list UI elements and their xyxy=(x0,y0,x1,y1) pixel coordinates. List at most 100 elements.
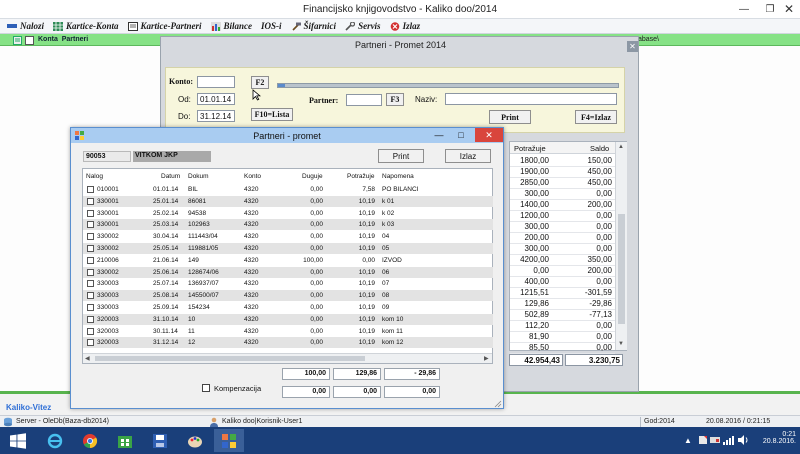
promet-table-row[interactable]: 1215,51 -301,59 xyxy=(510,287,615,298)
menu-ios[interactable]: IOS-i xyxy=(261,21,282,31)
action-center-icon[interactable] xyxy=(698,435,708,445)
f3-button[interactable]: F3 xyxy=(386,93,404,106)
table-row[interactable]: 010001 01.01.14 BIL 4320 0,00 7,58 PO BILANCI xyxy=(83,184,493,195)
promet-table-row[interactable]: 300,00 0,00 xyxy=(510,221,615,232)
taskbar-kaliko[interactable] xyxy=(214,429,244,452)
row-checkbox[interactable] xyxy=(87,280,94,288)
menu-servis[interactable]: Servis xyxy=(345,21,381,31)
table-row[interactable]: 320003 31.12.14 12 4320 0,00 10,19 kom 12 xyxy=(83,337,493,349)
tab-partneri[interactable]: Partneri xyxy=(62,36,88,43)
table-row[interactable]: 210006 21.06.14 149 4320 100,00 0,00 IZVOD xyxy=(83,255,493,266)
tab-konta[interactable]: Konta xyxy=(38,36,58,43)
taskbar-clock[interactable]: 0:21 20.8.2016. xyxy=(752,431,796,445)
tray-chevron-icon[interactable]: ▲ xyxy=(684,436,692,445)
menu-sifarnici[interactable]: Šifarnici xyxy=(291,21,336,31)
dialog-izlaz-button[interactable]: Izlaz xyxy=(445,149,491,163)
row-checkbox[interactable] xyxy=(87,221,94,229)
row-checkbox[interactable] xyxy=(87,315,94,323)
dialog-print-button[interactable]: Print xyxy=(378,149,424,163)
dialog-maximize-button[interactable]: □ xyxy=(451,128,471,142)
promet-table-row[interactable]: 1400,00 200,00 xyxy=(510,199,615,210)
row-checkbox[interactable] xyxy=(87,304,94,311)
naziv-input[interactable] xyxy=(445,93,617,105)
taskbar-paint[interactable] xyxy=(180,429,210,452)
print-button[interactable]: Print xyxy=(489,110,531,124)
promet-table-row[interactable]: 129,86 -29,86 xyxy=(510,298,615,309)
do-date-input[interactable]: 31.12.14 xyxy=(197,110,235,122)
table-row[interactable]: 320003 30.11.14 11 4320 0,00 10,19 kom 11 xyxy=(83,326,493,337)
row-checkbox[interactable] xyxy=(87,339,94,347)
promet-table-row[interactable]: 1900,00 450,00 xyxy=(510,166,615,177)
promet-table-row[interactable]: 1200,00 0,00 xyxy=(510,210,615,221)
scroll-right-icon[interactable]: ▶ xyxy=(484,355,489,362)
promet-table-row[interactable]: 112,20 0,00 xyxy=(510,320,615,331)
taskbar-chrome[interactable] xyxy=(75,429,105,452)
scrollbar-thumb[interactable] xyxy=(618,214,625,324)
kompenzacija-checkbox[interactable] xyxy=(202,384,210,392)
table-row[interactable]: 330003 25.07.14 136937/07 4320 0,00 10,19 07 xyxy=(83,278,493,289)
table-row[interactable]: 330001 25.02.14 94538 4320 0,00 10,19 k 02 xyxy=(83,208,493,219)
scroll-up-icon[interactable]: ▲ xyxy=(618,144,624,150)
promet-table-row[interactable]: 502,89 -77,13 xyxy=(510,309,615,320)
horizontal-scrollbar[interactable]: ◀ ▶ xyxy=(83,353,492,363)
dialog-close-button[interactable]: ✕ xyxy=(475,128,503,142)
horizontal-scrollbar-thumb[interactable] xyxy=(95,356,365,361)
minimize-button[interactable]: — xyxy=(731,1,757,17)
row-checkbox[interactable] xyxy=(87,209,94,217)
resize-grip-icon[interactable] xyxy=(494,400,502,408)
table-row[interactable]: 320003 31.10.14 10 4320 0,00 10,19 kom 10 xyxy=(83,313,493,325)
row-checkbox[interactable] xyxy=(87,233,94,241)
table-row[interactable]: 330002 25.05.14 119881/05 4320 0,00 10,19 05 xyxy=(83,243,493,254)
promet-table-row[interactable]: 1800,00 150,00 xyxy=(510,155,615,166)
f10-lista-button[interactable]: F10=Lista xyxy=(251,108,293,121)
menu-kartice-konta[interactable]: Kartice-Konta xyxy=(53,21,119,31)
promet-table-row[interactable]: 300,00 0,00 xyxy=(510,243,615,254)
scroll-down-icon[interactable]: ▼ xyxy=(618,341,624,347)
table-row[interactable]: 330001 25.01.14 86081 4320 0,00 10,19 k 01 xyxy=(83,195,493,207)
promet-table-row[interactable]: 81,90 0,00 xyxy=(510,331,615,342)
vertical-scrollbar[interactable]: ▲ ▼ xyxy=(615,142,627,350)
taskbar-ie[interactable] xyxy=(40,429,70,452)
table-row[interactable]: 330002 25.06.14 128674/06 4320 0,00 10,19 06 xyxy=(83,266,493,278)
od-date-input[interactable]: 01.01.14 xyxy=(197,93,235,105)
konto-input[interactable] xyxy=(197,76,235,88)
promet-table-row[interactable]: 2850,00 450,00 xyxy=(510,177,615,188)
promet-table-row[interactable]: 0,00 200,00 xyxy=(510,265,615,276)
taskbar-store[interactable] xyxy=(110,429,140,452)
table-row[interactable]: 330003 25.08.14 145500/07 4320 0,00 10,19 08 xyxy=(83,290,493,302)
partneri-promet-close-button[interactable]: ✕ xyxy=(627,41,638,52)
dialog-minimize-button[interactable]: — xyxy=(429,128,449,142)
saldo-cell: 0,00 xyxy=(596,211,612,220)
row-checkbox[interactable] xyxy=(87,292,94,300)
scroll-left-icon[interactable]: ◀ xyxy=(85,355,90,362)
row-checkbox[interactable] xyxy=(87,327,94,335)
menu-bilance[interactable]: Bilance xyxy=(210,21,252,31)
promet-table-row[interactable]: 400,00 0,00 xyxy=(510,276,615,287)
promet-table-row[interactable]: 85,50 0,00 xyxy=(510,342,615,353)
promet-table-row[interactable]: 4200,00 350,00 xyxy=(510,254,615,265)
promet-table-row[interactable]: 300,00 0,00 xyxy=(510,188,615,199)
menu-nalozi[interactable]: Nalozi xyxy=(7,21,44,31)
row-checkbox[interactable] xyxy=(87,268,94,276)
table-row[interactable]: 330001 25.03.14 102963 4320 0,00 10,19 k 03 xyxy=(83,219,493,231)
f4-izlaz-button[interactable]: F4=Izlaz xyxy=(575,110,617,124)
menu-izlaz[interactable]: Izlaz xyxy=(390,21,420,31)
promet-table-row[interactable]: 200,00 0,00 xyxy=(510,232,615,243)
network-signal-icon[interactable] xyxy=(723,435,735,445)
row-checkbox[interactable] xyxy=(87,256,94,264)
partner-input[interactable] xyxy=(346,94,382,106)
f2-button[interactable]: F2 xyxy=(251,76,269,89)
close-button[interactable]: ✕ xyxy=(776,1,800,17)
saldo-cell: 0,00 xyxy=(596,244,612,253)
row-checkbox[interactable] xyxy=(87,245,94,252)
start-button[interactable] xyxy=(3,429,33,452)
row-checkbox[interactable] xyxy=(87,186,94,193)
menu-kartice-partneri[interactable]: Kartice-Partneri xyxy=(127,21,202,31)
volume-icon[interactable] xyxy=(738,435,749,445)
row-checkbox[interactable] xyxy=(87,197,94,205)
table-row[interactable]: 330002 30.04.14 111443/04 4320 0,00 10,19 04 xyxy=(83,231,493,242)
keyboard-icon[interactable] xyxy=(710,435,720,445)
table-row[interactable]: 330003 25.09.14 154234 4320 0,00 10,19 09 xyxy=(83,302,493,313)
taskbar-save-app[interactable] xyxy=(145,429,175,452)
potrazuje-cell: 10,19 xyxy=(358,197,375,205)
